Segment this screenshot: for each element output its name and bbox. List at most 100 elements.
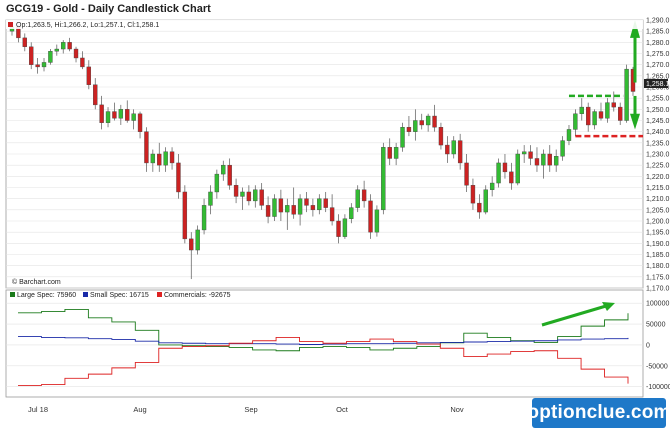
price-grid bbox=[6, 19, 643, 289]
price-tick-label: 1,200.0 bbox=[646, 219, 669, 226]
price-tick-label: 1,235.0 bbox=[646, 140, 669, 147]
candle-body bbox=[381, 147, 386, 211]
candle-body bbox=[560, 140, 565, 157]
x-tick-label: Jul 18 bbox=[28, 405, 48, 414]
price-tick-label: 1,215.0 bbox=[646, 185, 669, 192]
price-tick-label: 1,210.0 bbox=[646, 196, 669, 203]
candle-body bbox=[477, 202, 482, 213]
candle-body bbox=[304, 198, 309, 206]
legend-swatch-large-spec bbox=[10, 292, 15, 297]
candle-body bbox=[150, 153, 156, 164]
candle-body bbox=[35, 64, 40, 68]
cot-tick-label: 50000 bbox=[646, 322, 666, 329]
candle-body bbox=[144, 131, 149, 164]
candle-body bbox=[387, 147, 392, 159]
candle-body bbox=[592, 111, 597, 126]
ohlc-label: Op:1,263.5, Hi:1,266.2, Lo:1,257.1, Cl:1… bbox=[16, 22, 159, 29]
candle-body bbox=[291, 205, 296, 215]
candle-body bbox=[29, 46, 34, 65]
price-tick-label: 1,285.0 bbox=[646, 29, 669, 36]
x-tick-label: Sep bbox=[244, 405, 257, 414]
candle-body bbox=[22, 37, 27, 47]
candle-body bbox=[297, 198, 303, 215]
candle-body bbox=[534, 158, 540, 166]
x-axis: Jul 18 Aug Sep Oct Nov bbox=[28, 405, 464, 414]
candle-body bbox=[323, 198, 328, 208]
price-tick-label: 1,205.0 bbox=[646, 207, 669, 214]
price-tick-label: 1,280.0 bbox=[646, 40, 669, 47]
candle-body bbox=[73, 48, 79, 59]
price-tick-label: 1,190.0 bbox=[646, 241, 669, 248]
candle-body bbox=[451, 140, 456, 155]
candle-body bbox=[528, 151, 533, 159]
down-arrow-head bbox=[630, 113, 640, 130]
candle-body bbox=[169, 151, 175, 164]
candle-body bbox=[221, 164, 226, 175]
candles bbox=[9, 24, 636, 280]
candle-body bbox=[515, 153, 520, 184]
candle-body bbox=[105, 111, 111, 123]
candle-body bbox=[182, 191, 188, 240]
price-tick-label: 1,270.0 bbox=[646, 62, 669, 69]
legend-swatch-small-spec bbox=[83, 292, 88, 297]
candle-body bbox=[624, 68, 629, 121]
candle-body bbox=[86, 66, 92, 85]
cot-axis: 100000 50000 0 -50000 -100000 bbox=[646, 301, 670, 391]
candle-body bbox=[509, 171, 514, 184]
cot-legend: Large Spec: 75960 Small Spec: 16715 Comm… bbox=[10, 292, 231, 299]
x-tick-label: Nov bbox=[450, 405, 464, 414]
candle-body bbox=[310, 205, 316, 211]
candle-body bbox=[618, 106, 623, 121]
candle-body bbox=[329, 207, 335, 222]
candle-body bbox=[425, 115, 431, 126]
candle-body bbox=[361, 189, 367, 202]
price-tick-label: 1,250.0 bbox=[646, 107, 669, 114]
candle-body bbox=[566, 129, 572, 141]
candle-body bbox=[579, 106, 584, 114]
x-tick-label: Aug bbox=[133, 405, 146, 414]
candle-body bbox=[201, 205, 207, 231]
cot-tick-label: 0 bbox=[646, 342, 650, 349]
cot-tick-label: -50000 bbox=[646, 363, 668, 370]
candle-body bbox=[374, 209, 380, 233]
candle-body bbox=[445, 144, 450, 155]
cot-lines bbox=[18, 302, 629, 386]
chart-title: GCG19 - Gold - Daily Candlestick Chart bbox=[6, 3, 211, 15]
legend-commercials: Commercials: -92675 bbox=[164, 292, 231, 299]
candle-body bbox=[438, 126, 444, 146]
legend-swatch-commercials bbox=[157, 292, 162, 297]
candle-body bbox=[118, 109, 124, 119]
candle-body bbox=[93, 84, 98, 106]
price-tick-label: 1,230.0 bbox=[646, 152, 669, 159]
candle-body bbox=[176, 162, 181, 193]
candle-body bbox=[368, 200, 373, 233]
price-tick-label: 1,180.0 bbox=[646, 263, 669, 270]
candle-body bbox=[189, 238, 194, 251]
candle-body bbox=[112, 111, 117, 119]
candle-body bbox=[598, 111, 604, 119]
price-tick-label: 1,220.0 bbox=[646, 174, 669, 181]
candle-body bbox=[278, 198, 284, 213]
candle-body bbox=[41, 62, 47, 68]
candle-body bbox=[259, 189, 264, 206]
cot-tick-label: -100000 bbox=[646, 384, 670, 391]
candle-body bbox=[137, 113, 143, 132]
candle-body bbox=[285, 205, 290, 213]
candle-body bbox=[432, 115, 437, 128]
candle-body bbox=[240, 191, 245, 197]
candle-body bbox=[553, 156, 559, 166]
candle-body bbox=[157, 153, 162, 166]
price-tick-label: 1,195.0 bbox=[646, 230, 669, 237]
candle-body bbox=[163, 151, 168, 166]
price-tick-label: 1,185.0 bbox=[646, 252, 669, 259]
chart-canvas: GCG19 - Gold - Daily Candlestick Chart 1… bbox=[5, 3, 670, 414]
candle-body bbox=[541, 153, 546, 166]
candle-body bbox=[272, 198, 277, 217]
candle-body bbox=[496, 162, 501, 184]
candle-body bbox=[265, 205, 271, 217]
candle-body bbox=[99, 104, 104, 123]
candle-body bbox=[502, 162, 508, 173]
candle-body bbox=[470, 185, 476, 204]
candle-body bbox=[125, 109, 130, 121]
price-tick-label: 1,275.0 bbox=[646, 51, 669, 58]
